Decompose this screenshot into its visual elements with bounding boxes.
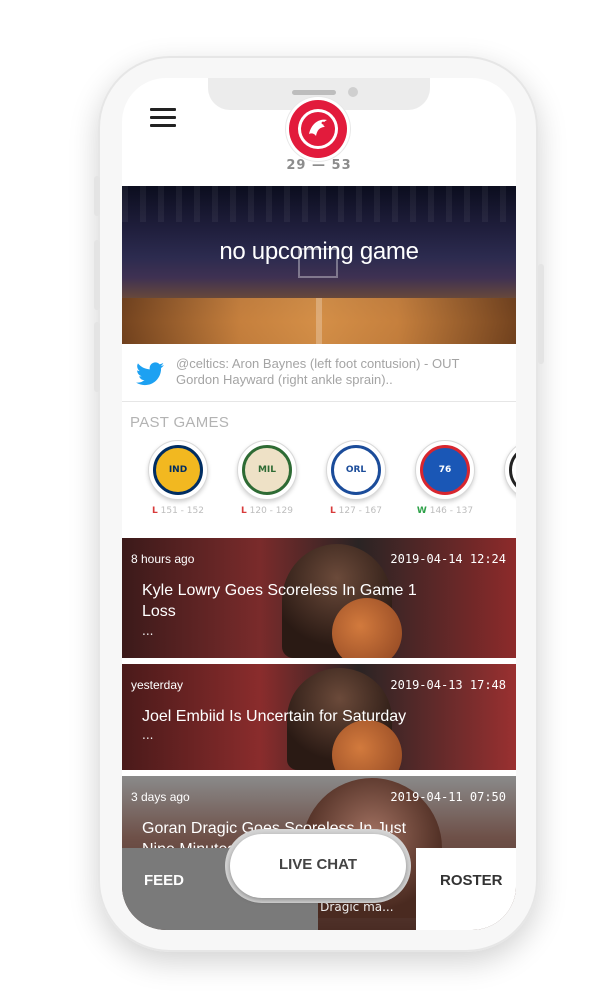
team-logo[interactable] [289,100,347,158]
news-excerpt: ... [142,728,154,742]
news-time-ago: 3 days ago [131,790,190,804]
hawks-logo-icon [291,102,345,156]
past-game-item[interactable]: IND L 151 - 152 [140,440,216,524]
power-button [538,264,544,364]
news-time-ago: 8 hours ago [131,552,195,566]
front-camera [348,87,358,97]
news-card[interactable]: yesterday 2019-04-13 17:48 Joel Embiid I… [122,664,516,770]
tab-roster-label: ROSTER [440,872,503,889]
sixers-logo-icon: 76 [420,445,470,495]
mute-switch [94,176,100,216]
past-game-item[interactable]: L [496,440,516,524]
past-game-item[interactable]: ORL L 127 - 167 [318,440,394,524]
news-date: 2019-04-14 12:24 [390,552,506,566]
live-chat-label: LIVE CHAT [278,856,358,873]
past-game-item[interactable]: MIL L 120 - 129 [229,440,305,524]
past-game-item[interactable]: 76 W 146 - 137 [407,440,483,524]
past-games-row[interactable]: IND L 151 - 152 MIL L 120 - 129 ORL L 12… [122,440,516,530]
magic-logo: ORL [326,440,386,500]
court-line [316,298,322,344]
game-score: L 120 - 129 [241,506,293,516]
hamburger-menu-icon[interactable] [150,108,176,128]
tab-roster[interactable]: ROSTER [416,848,516,930]
upcoming-game-text: no upcoming game [219,238,419,265]
team-logo-partial-icon [509,445,516,495]
news-card[interactable]: 8 hours ago 2019-04-14 12:24 Kyle Lowry … [122,538,516,658]
speaker [292,90,336,95]
team-record: 29 — 53 [286,158,352,173]
bucks-logo: MIL [237,440,297,500]
game-score: L 151 - 152 [152,506,204,516]
game-score: L 127 - 167 [330,506,382,516]
volume-up-button [94,240,100,310]
news-headline: Joel Embiid Is Uncertain for Saturday [142,708,407,725]
live-chat-button[interactable]: LIVE CHAT [230,834,406,898]
team-logo-partial [504,440,516,500]
news-excerpt: ... [142,624,154,638]
past-games-title: PAST GAMES [130,414,230,431]
arena-lights [122,186,516,222]
news-date: 2019-04-13 17:48 [390,678,506,692]
upcoming-game-banner[interactable]: no upcoming game [122,186,516,344]
bottom-tab-bar: FEED ROSTER LIVE CHAT [122,834,516,930]
app-screen: 29 — 53 no upcoming game @celtics: Aron … [122,78,516,930]
game-score: L [496,506,516,516]
bucks-logo-icon: MIL [242,445,292,495]
twitter-bird-icon [136,362,164,386]
sixers-logo: 76 [415,440,475,500]
tab-feed-label: FEED [144,872,185,889]
news-headline: Kyle Lowry Goes Scoreless In Game 1 Loss [142,582,417,620]
game-score: W 146 - 137 [416,506,474,516]
pacers-logo-icon: IND [153,445,203,495]
pacers-logo: IND [148,440,208,500]
volume-down-button [94,322,100,392]
tweet-card[interactable]: @celtics: Aron Baynes (left foot contusi… [122,344,516,402]
news-time-ago: yesterday [131,678,184,692]
tweet-text: @celtics: Aron Baynes (left foot contusi… [176,356,460,387]
news-date: 2019-04-11 07:50 [390,790,506,804]
magic-logo-icon: ORL [331,445,381,495]
